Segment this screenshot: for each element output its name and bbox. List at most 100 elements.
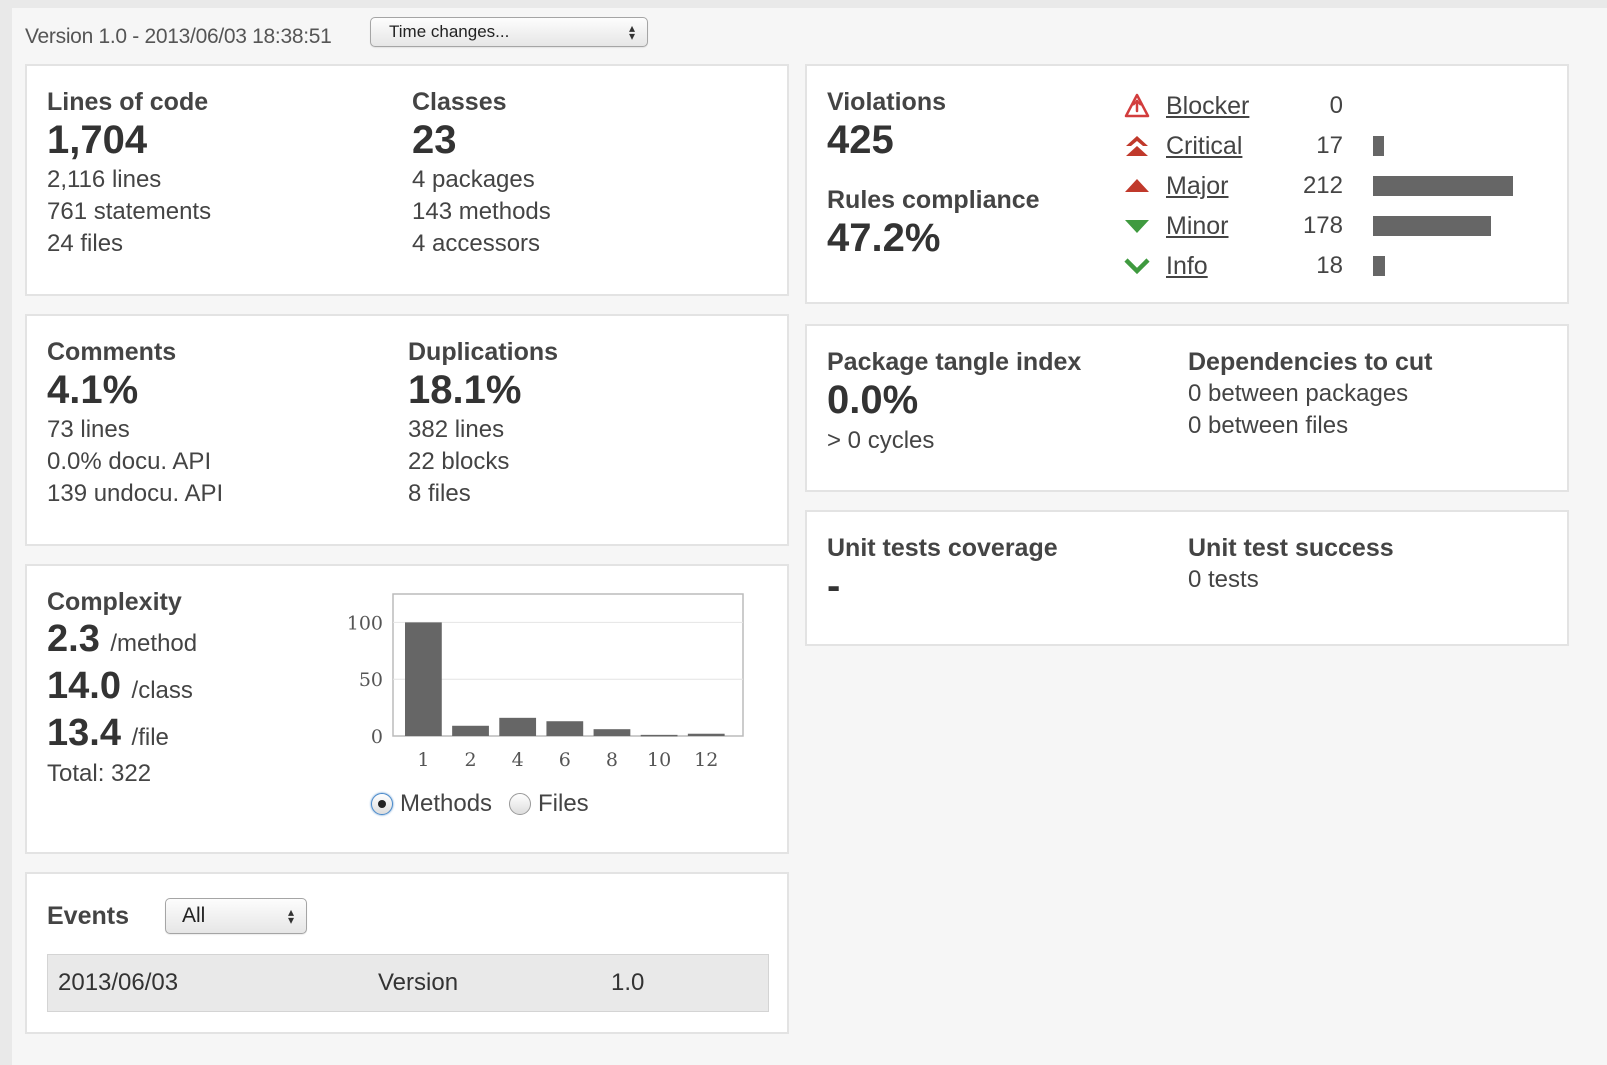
severity-row-info: Info 18 — [1123, 246, 1543, 286]
between-files-value[interactable]: 0 between files — [1188, 410, 1348, 442]
severity-row-critical: Critical 17 — [1123, 126, 1543, 166]
methods-radio[interactable] — [371, 793, 393, 815]
chart-bar — [593, 729, 631, 736]
per-method-value: 2.3 — [47, 618, 100, 660]
between-packages-value[interactable]: 0 between packages — [1188, 378, 1408, 410]
chart-x-tick-label: 12 — [694, 749, 718, 771]
chart-bar — [452, 725, 489, 736]
complexity-per-class: 14.0 /class — [47, 665, 193, 708]
severity-link-blocker[interactable]: Blocker — [1166, 92, 1249, 121]
severity-row-major: Major 212 — [1123, 166, 1543, 206]
events-filter-select[interactable]: All ▴ ▾ — [165, 898, 307, 934]
select-arrows-icon: ▴ ▾ — [628, 21, 635, 43]
events-filter-value: All — [182, 904, 206, 927]
severity-bar-critical — [1373, 136, 1384, 156]
blocker-icon — [1124, 93, 1150, 118]
dup-files-value: 8 files — [408, 480, 471, 507]
methods-radio-label[interactable]: Methods — [400, 788, 492, 820]
chart-bar — [546, 721, 584, 736]
comments-duplications-panel: Comments 4.1% 73 lines 0.0% docu. API 13… — [25, 314, 789, 546]
design-panel: Package tangle index 0.0% > 0 cycles Dep… — [805, 324, 1569, 492]
methods-value: 143 methods — [412, 198, 551, 225]
chart-x-tick-label: 6 — [559, 749, 571, 771]
severity-row-minor: Minor 178 — [1123, 206, 1543, 246]
chart-x-tick-label: 10 — [647, 749, 671, 771]
severity-count-blocker: 0 — [1329, 92, 1343, 119]
event-category: Version — [378, 969, 459, 996]
complexity-total: Total: 322 — [47, 760, 152, 787]
packages-value: 4 packages — [412, 166, 535, 193]
complexity-distribution-chart: 1005001 2 4 6 8 10 12 — [347, 593, 744, 771]
tests-count-value: 0 tests — [1188, 566, 1259, 593]
per-class-unit: /class — [131, 677, 193, 704]
time-changes-select[interactable]: Time changes... ▴ ▾ — [370, 17, 648, 47]
chart-y-tick-label: 100 — [347, 612, 383, 634]
lines-value: 2,116 lines — [47, 166, 162, 193]
event-date: 2013/06/03 — [58, 969, 179, 996]
severity-count-critical: 17 — [1316, 132, 1343, 159]
severity-link-critical[interactable]: Critical — [1166, 132, 1242, 161]
event-name: 1.0 — [611, 969, 645, 996]
duplications-label: Duplications — [408, 338, 559, 366]
tests-panel: Unit tests coverage - Unit test success … — [805, 510, 1569, 646]
events-label: Events — [47, 902, 129, 930]
severity-bar-info — [1373, 256, 1385, 276]
chart-plot-area — [392, 593, 744, 737]
comment-lines-value: 73 lines — [47, 416, 130, 443]
rules-compliance-label: Rules compliance — [827, 186, 1040, 214]
violations-value[interactable]: 425 — [827, 118, 894, 163]
dependencies-label: Dependencies to cut — [1188, 348, 1433, 376]
complexity-label: Complexity — [47, 588, 182, 616]
files-radio-label[interactable]: Files — [538, 788, 589, 820]
info-icon — [1124, 258, 1150, 275]
per-file-value: 13.4 — [47, 712, 121, 754]
violations-label: Violations — [827, 88, 947, 116]
files-radio[interactable] — [509, 793, 531, 815]
cycles-value[interactable]: > 0 cycles — [827, 425, 934, 457]
dup-blocks-value: 22 blocks — [408, 448, 510, 475]
critical-icon — [1126, 136, 1148, 156]
chart-bar — [687, 733, 725, 736]
chart-bar — [405, 622, 442, 736]
severity-bar-major — [1373, 176, 1513, 196]
chart-x-tick-label: 4 — [512, 749, 524, 771]
severity-count-major: 212 — [1302, 172, 1343, 199]
select-arrows-icon: ▴ ▾ — [287, 905, 294, 927]
coverage-value: - — [827, 564, 841, 608]
test-success-label: Unit test success — [1188, 534, 1394, 562]
lines-of-code-label: Lines of code — [47, 88, 209, 116]
chart-x-tick-label: 2 — [464, 749, 476, 771]
complexity-per-method[interactable]: 2.3 /method — [47, 618, 197, 661]
events-panel: Events All ▴ ▾ 2013/06/03 Version 1.0 — [25, 872, 789, 1034]
severity-row-blocker: Blocker 0 — [1123, 86, 1543, 126]
severity-link-major[interactable]: Major — [1166, 172, 1229, 201]
tangle-value[interactable]: 0.0% — [827, 378, 918, 423]
per-method-unit: /method — [110, 630, 198, 657]
severity-count-minor: 178 — [1302, 212, 1343, 239]
rules-compliance-value[interactable]: 47.2% — [827, 216, 940, 261]
comments-value[interactable]: 4.1% — [47, 368, 138, 413]
dashboard-page: Version 1.0 - 2013/06/03 18:38:51 Time c… — [12, 8, 1607, 1065]
undocu-api-value[interactable]: 139 undocu. API — [47, 478, 223, 510]
events-table-row: 2013/06/03 Version 1.0 — [47, 954, 769, 1012]
accessors-value: 4 accessors — [412, 230, 541, 257]
lines-of-code-value[interactable]: 1,704 — [47, 118, 147, 163]
size-panel: Lines of code 1,704 2,116 lines 761 stat… — [25, 64, 789, 296]
violations-panel: Violations 425 Rules compliance 47.2% Bl… — [805, 64, 1569, 304]
classes-label: Classes — [412, 88, 507, 116]
severity-count-info: 18 — [1316, 252, 1343, 279]
chart-y-tick-label: 50 — [359, 669, 383, 691]
classes-value[interactable]: 23 — [412, 118, 457, 163]
severity-link-minor[interactable]: Minor — [1166, 212, 1229, 241]
per-class-value: 14.0 — [47, 665, 121, 707]
chart-x-tick-label: 8 — [606, 749, 618, 771]
complexity-panel: Complexity 2.3 /method 14.0 /class 13.4 … — [25, 564, 789, 854]
per-file-unit: /file — [131, 724, 169, 751]
version-label: Version 1.0 - 2013/06/03 18:38:51 — [25, 25, 332, 48]
duplications-value[interactable]: 18.1% — [408, 368, 521, 413]
complexity-per-file: 13.4 /file — [47, 712, 169, 755]
coverage-label: Unit tests coverage — [827, 534, 1058, 562]
severity-bar-minor — [1373, 216, 1491, 236]
docu-api-value: 0.0% docu. API — [47, 448, 212, 475]
severity-link-info[interactable]: Info — [1166, 252, 1208, 281]
